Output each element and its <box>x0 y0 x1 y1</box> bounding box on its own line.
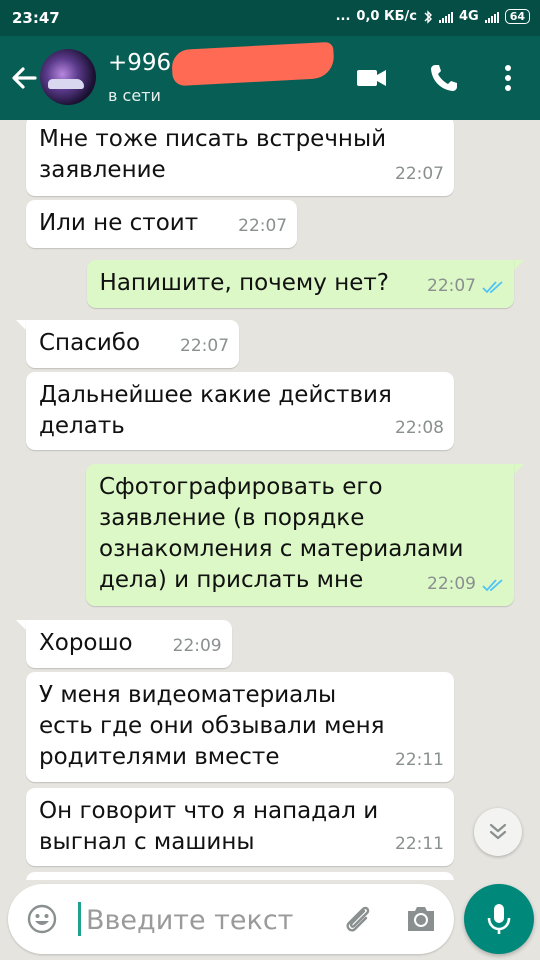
message-text: Мне тоже писать встречный заявление <box>39 126 387 183</box>
message-incoming[interactable]: У меня видеоматериалы есть где они обзыв… <box>26 672 454 782</box>
message-time: 22:09 <box>172 636 222 656</box>
message-outgoing[interactable]: Сфотографировать его заявление (в порядк… <box>86 464 514 606</box>
message-incoming[interactable]: Спасибо 22:07 <box>26 320 240 368</box>
message-time: 22:09 <box>427 574 476 594</box>
status-dots: ... <box>335 9 351 24</box>
avatar[interactable] <box>40 49 96 105</box>
redaction-mark <box>171 41 335 87</box>
message-time: 22:08 <box>395 418 444 438</box>
net-speed: 0,0 КБ/с <box>356 9 417 24</box>
text-cursor <box>78 902 81 936</box>
message-input[interactable] <box>84 898 338 942</box>
message-time: 22:07 <box>238 216 288 236</box>
message-incoming[interactable]: Хорошо 22:09 <box>26 620 232 668</box>
read-ticks-icon <box>482 578 503 591</box>
chat-header: +996 в сети <box>0 36 540 120</box>
message-text: У меня видеоматериалы есть где они обзыв… <box>39 682 385 770</box>
video-call-icon[interactable] <box>354 60 390 96</box>
bluetooth-icon <box>424 9 432 24</box>
camera-icon[interactable] <box>404 903 438 935</box>
message-incoming[interactable]: Он говорит что я нападал и выгнал с маши… <box>26 788 454 866</box>
double-chevron-down-icon <box>489 823 507 840</box>
signal-icon <box>438 11 453 23</box>
signal-icon-2 <box>484 11 499 23</box>
attach-icon[interactable] <box>340 901 376 937</box>
back-arrow-icon[interactable] <box>8 62 40 94</box>
battery-icon: 64 <box>504 9 530 24</box>
phone-icon[interactable] <box>426 60 462 96</box>
contact-name[interactable]: +996 <box>108 50 171 76</box>
mic-button[interactable] <box>464 884 534 954</box>
status-indicators: ... 0,0 КБ/с 4G 64 <box>336 9 530 24</box>
message-text: Он говорит что я нападал и выгнал с маши… <box>39 798 379 855</box>
message-incoming-partial[interactable] <box>26 872 454 880</box>
more-options-icon[interactable] <box>490 60 526 96</box>
message-time: 22:07 <box>180 336 230 356</box>
message-list[interactable]: Мне тоже писать встречный заявление 22:0… <box>0 120 540 880</box>
message-incoming[interactable]: Дальнейшее какие действия делать 22:08 <box>26 372 454 450</box>
scroll-to-bottom-button[interactable] <box>474 808 522 856</box>
read-ticks-icon <box>482 280 503 293</box>
message-composer <box>8 884 454 954</box>
message-incoming[interactable]: Мне тоже писать встречный заявление 22:0… <box>26 120 454 196</box>
message-text: Дальнейшее какие действия делать <box>39 382 392 439</box>
message-time: 22:07 <box>427 276 476 296</box>
status-bar: 23:47 ... 0,0 КБ/с 4G 64 <box>0 0 540 36</box>
message-outgoing[interactable]: Напишите, почему нет? 22:07 <box>86 260 514 308</box>
network-type: 4G <box>458 9 479 24</box>
message-incoming[interactable]: Или не стоит 22:07 <box>26 200 298 248</box>
contact-status: в сети <box>108 86 161 105</box>
message-time: 22:11 <box>395 750 444 770</box>
message-time: 22:11 <box>395 834 444 854</box>
message-time: 22:07 <box>395 164 444 184</box>
mic-icon <box>487 904 511 934</box>
emoji-icon[interactable] <box>26 903 58 935</box>
status-time: 23:47 <box>12 9 60 27</box>
